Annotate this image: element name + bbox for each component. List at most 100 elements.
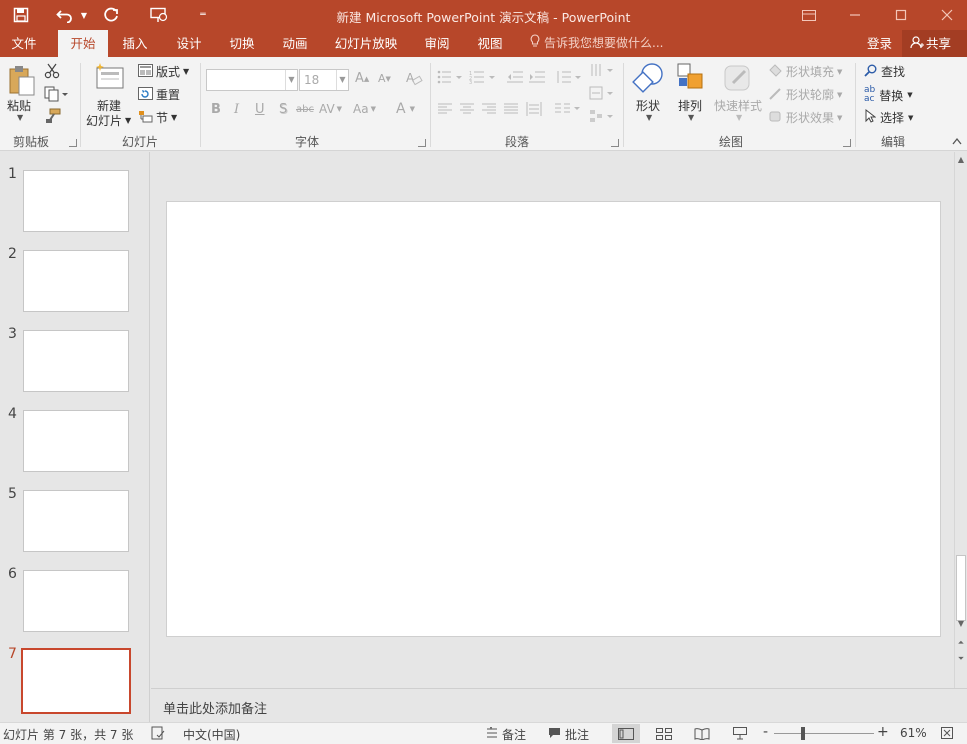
- cut-icon[interactable]: [44, 63, 60, 79]
- normal-view-icon[interactable]: [612, 724, 640, 743]
- ribbon-display-options-icon[interactable]: [786, 0, 832, 30]
- shapes-dropdown-icon[interactable]: ▼: [646, 113, 652, 122]
- bold-button[interactable]: B: [211, 102, 221, 117]
- font-launcher-icon[interactable]: [418, 139, 426, 147]
- maximize-icon[interactable]: [878, 0, 924, 30]
- paste-button[interactable]: 粘贴: [7, 97, 31, 114]
- scroll-down-icon[interactable]: ▼: [955, 619, 967, 628]
- arrange-button[interactable]: 排列: [678, 97, 702, 114]
- login-link[interactable]: 登录: [867, 30, 892, 57]
- tab-home[interactable]: 开始: [58, 30, 108, 57]
- slide-thumbnail[interactable]: [23, 250, 129, 312]
- spell-check-icon[interactable]: [151, 726, 165, 740]
- next-slide-icon[interactable]: ⏷: [955, 654, 967, 664]
- align-right-icon[interactable]: [482, 103, 496, 115]
- current-slide-canvas[interactable]: [166, 201, 941, 637]
- strikethrough-button[interactable]: abc: [296, 104, 314, 115]
- language-status[interactable]: 中文(中国): [183, 726, 240, 743]
- layout-button[interactable]: 版式 ▼: [138, 63, 189, 80]
- arrange-icon[interactable]: [676, 62, 706, 94]
- new-slide-dropdown[interactable]: 幻灯片 ▼: [86, 112, 131, 129]
- italic-button[interactable]: I: [234, 102, 239, 117]
- shape-outline-button[interactable]: 形状轮廓 ▼: [768, 86, 842, 103]
- slide-thumbnail[interactable]: [23, 570, 129, 632]
- clear-formatting-icon[interactable]: A: [405, 70, 423, 86]
- shape-effects-button[interactable]: 形状效果 ▼: [768, 109, 842, 126]
- change-case-button[interactable]: Aa ▼: [353, 102, 376, 116]
- shadow-button[interactable]: S: [279, 102, 287, 117]
- comments-toggle-button[interactable]: 批注: [548, 726, 589, 743]
- find-button[interactable]: 查找: [864, 63, 905, 80]
- notes-toggle-button[interactable]: 备注: [486, 726, 526, 743]
- font-size-combo[interactable]: 18 ▼: [299, 69, 349, 91]
- tab-insert[interactable]: 插入: [112, 30, 158, 57]
- scrollbar-thumb[interactable]: [956, 555, 966, 621]
- font-name-combo[interactable]: ▼: [206, 69, 298, 91]
- notes-pane[interactable]: 单击此处添加备注: [151, 688, 967, 723]
- increase-font-size-icon[interactable]: A ▲: [355, 71, 369, 86]
- underline-button[interactable]: U: [255, 102, 265, 117]
- tab-transitions[interactable]: 切换: [219, 30, 265, 57]
- increase-indent-icon[interactable]: [529, 70, 545, 84]
- paragraph-launcher-icon[interactable]: [611, 139, 619, 147]
- select-button[interactable]: 选择 ▼: [864, 108, 913, 126]
- distributed-icon[interactable]: [526, 102, 542, 116]
- zoom-in-icon[interactable]: +: [877, 724, 889, 740]
- copy-icon[interactable]: [44, 86, 68, 102]
- share-button[interactable]: 共享: [902, 30, 967, 57]
- line-spacing-icon[interactable]: [555, 70, 581, 84]
- tab-animations[interactable]: 动画: [272, 30, 318, 57]
- zoom-out-icon[interactable]: -: [763, 724, 768, 740]
- slide-thumbnail-selected[interactable]: [21, 648, 131, 714]
- shapes-icon[interactable]: [632, 62, 666, 94]
- format-painter-icon[interactable]: [44, 108, 62, 124]
- tell-me-search[interactable]: 告诉我您想要做什么...: [530, 30, 663, 57]
- slideshow-view-icon[interactable]: [726, 724, 754, 743]
- columns-icon[interactable]: [555, 103, 581, 115]
- vertical-scrollbar[interactable]: ▲ ▼ ⏶ ⏷: [954, 152, 967, 688]
- shape-fill-button[interactable]: 形状填充 ▼: [768, 63, 842, 80]
- scroll-up-icon[interactable]: ▲: [955, 155, 967, 164]
- fit-to-window-icon[interactable]: [940, 726, 954, 740]
- tab-review[interactable]: 审阅: [414, 30, 460, 57]
- paste-dropdown-icon[interactable]: ▼: [17, 113, 23, 122]
- minimize-icon[interactable]: [832, 0, 878, 30]
- slide-sorter-view-icon[interactable]: [650, 724, 678, 743]
- justify-icon[interactable]: [504, 103, 518, 115]
- text-direction-icon[interactable]: [589, 63, 615, 77]
- new-slide-icon[interactable]: [94, 62, 126, 94]
- previous-slide-icon[interactable]: ⏶: [955, 638, 967, 648]
- align-center-icon[interactable]: [460, 103, 474, 115]
- decrease-font-size-icon[interactable]: A ▼: [378, 72, 391, 85]
- tab-slideshow[interactable]: 幻灯片放映: [326, 30, 406, 57]
- tab-view[interactable]: 视图: [467, 30, 513, 57]
- slide-thumbnail[interactable]: [23, 490, 129, 552]
- quick-styles-dropdown-icon[interactable]: ▼: [736, 113, 742, 122]
- quick-styles-button[interactable]: 快速样式: [714, 97, 762, 114]
- zoom-slider[interactable]: [774, 733, 874, 734]
- align-left-icon[interactable]: [438, 103, 452, 115]
- slide-thumbnail[interactable]: [23, 330, 129, 392]
- slide-thumbnail[interactable]: [23, 410, 129, 472]
- quick-styles-icon[interactable]: [720, 63, 754, 95]
- paste-icon[interactable]: [6, 63, 38, 99]
- clipboard-launcher-icon[interactable]: [69, 139, 77, 147]
- arrange-dropdown-icon[interactable]: ▼: [688, 113, 694, 122]
- reading-view-icon[interactable]: [688, 724, 716, 743]
- slide-thumbnail[interactable]: [23, 170, 129, 232]
- shapes-button[interactable]: 形状: [636, 97, 660, 114]
- numbering-icon[interactable]: 123: [469, 70, 497, 84]
- tab-design[interactable]: 设计: [166, 30, 212, 57]
- convert-smartart-icon[interactable]: [589, 109, 615, 123]
- section-button[interactable]: 节 ▼: [138, 109, 177, 126]
- decrease-indent-icon[interactable]: [507, 70, 523, 84]
- align-text-icon[interactable]: [589, 86, 615, 100]
- collapse-ribbon-icon[interactable]: [952, 137, 962, 145]
- bullets-icon[interactable]: [437, 70, 463, 84]
- replace-button[interactable]: ab ac 替换 ▼: [864, 86, 913, 104]
- close-icon[interactable]: [924, 0, 967, 30]
- font-color-button[interactable]: A ▼: [396, 101, 415, 117]
- zoom-slider-thumb[interactable]: [801, 727, 805, 740]
- reset-button[interactable]: 重置: [138, 86, 180, 103]
- drawing-launcher-icon[interactable]: [843, 139, 851, 147]
